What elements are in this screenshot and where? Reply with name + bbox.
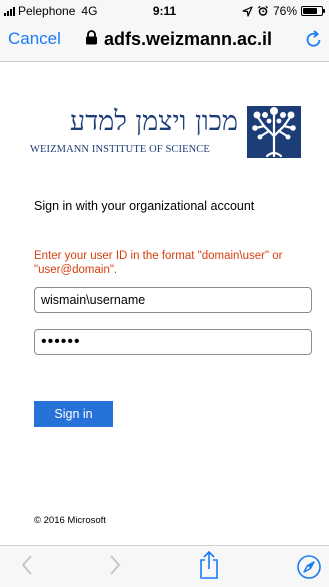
safari-icon[interactable]	[296, 554, 322, 585]
status-bar: Pelephone 4G 9:11 76%	[0, 0, 329, 20]
address-bar[interactable]: adfs.weizmann.ac.il	[85, 29, 272, 50]
password-field[interactable]	[34, 329, 312, 355]
back-icon[interactable]	[20, 554, 34, 581]
location-arrow-icon	[242, 5, 253, 17]
forward-icon[interactable]	[108, 554, 122, 581]
nav-bar: Cancel adfs.weizmann.ac.il	[0, 20, 329, 62]
battery-icon	[301, 6, 325, 16]
url-text: adfs.weizmann.ac.il	[104, 29, 273, 49]
username-field[interactable]	[34, 287, 312, 313]
tree-emblem-icon	[247, 106, 301, 158]
lock-icon	[85, 29, 98, 50]
share-icon[interactable]	[198, 550, 220, 585]
signin-button[interactable]: Sign in	[34, 401, 113, 427]
reload-icon[interactable]	[305, 29, 323, 54]
weizmann-logo: מכון ויצמן למדע WEIZMANN INSTITUTE OF SC…	[28, 106, 301, 166]
browser-toolbar	[0, 545, 329, 587]
battery-fill	[303, 8, 317, 14]
status-right: 76%	[242, 4, 325, 18]
copyright-text: © 2016 Microsoft	[34, 515, 106, 526]
cancel-button[interactable]: Cancel	[8, 29, 61, 49]
alarm-clock-icon	[257, 5, 269, 17]
logo-english-text: WEIZMANN INSTITUTE OF SCIENCE	[30, 144, 210, 155]
signin-heading: Sign in with your organizational account	[34, 199, 255, 213]
logo-hebrew-text: מכון ויצמן למדע	[69, 106, 238, 137]
error-message: Enter your user ID in the format "domain…	[34, 250, 283, 276]
battery-percent: 76%	[272, 4, 297, 18]
